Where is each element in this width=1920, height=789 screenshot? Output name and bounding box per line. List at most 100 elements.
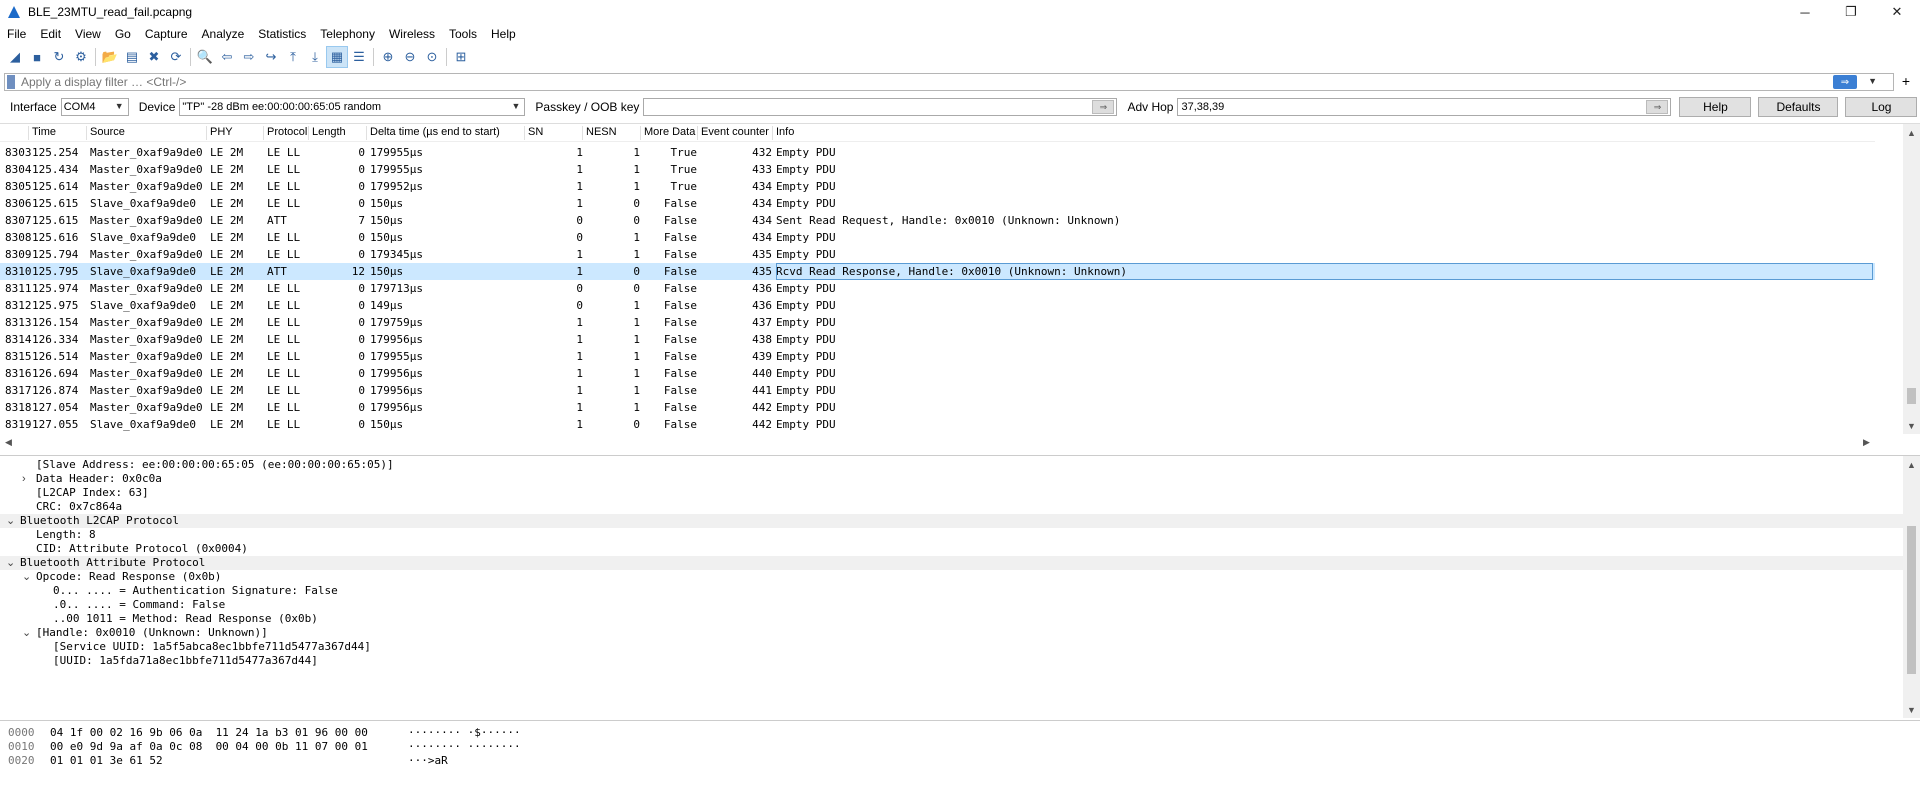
column-separator[interactable] xyxy=(366,126,367,140)
detail-field[interactable]: [Slave Address: ee:00:00:00:65:05 (ee:00… xyxy=(0,458,1903,472)
column-header[interactable]: Time xyxy=(32,126,56,138)
menu-view[interactable]: View xyxy=(68,24,108,44)
menu-go[interactable]: Go xyxy=(108,24,138,44)
stop-icon[interactable]: ■ xyxy=(26,46,48,68)
detail-field[interactable]: [L2CAP Index: 63] xyxy=(0,486,1903,500)
minimize-button[interactable]: ─ xyxy=(1782,0,1828,24)
scroll-thumb[interactable] xyxy=(1907,526,1916,674)
log-button[interactable]: Log xyxy=(1845,97,1918,117)
scroll-down-icon[interactable]: ▼ xyxy=(1903,417,1920,434)
column-separator[interactable] xyxy=(308,126,309,140)
detail-field[interactable]: ⌄ [Handle: 0x0010 (Unknown: Unknown)] xyxy=(0,626,1903,640)
column-header[interactable]: Source xyxy=(90,126,125,138)
close-file-icon[interactable]: ✖ xyxy=(143,46,165,68)
detail-field[interactable]: ..00 1011 = Method: Read Response (0x0b) xyxy=(0,612,1903,626)
column-header[interactable]: Protocol xyxy=(267,126,307,138)
column-separator[interactable] xyxy=(28,126,29,140)
packet-row[interactable]: 8319 127.055 Slave_0xaf9a9de0 LE 2M LE LL 0 15… xyxy=(0,416,1875,433)
detail-section[interactable]: ⌄ Bluetooth Attribute Protocol xyxy=(0,556,1903,570)
zoom-normal-icon[interactable]: ⊙ xyxy=(421,46,443,68)
hex-line[interactable]: 0020 01 01 01 3e 61 52 ···>aR xyxy=(0,753,1920,769)
menu-tools[interactable]: Tools xyxy=(442,24,484,44)
options-icon[interactable]: ⚙ xyxy=(70,46,92,68)
reload-icon[interactable]: ⟳ xyxy=(165,46,187,68)
resize-columns-icon[interactable]: ⊞ xyxy=(450,46,472,68)
details-vscrollbar[interactable]: ▲ ▼ xyxy=(1903,456,1920,718)
collapse-chevron-icon[interactable]: ⌄ xyxy=(6,514,15,528)
detail-field[interactable]: ⌄ Opcode: Read Response (0x0b) xyxy=(0,570,1903,584)
detail-field[interactable]: CID: Attribute Protocol (0x0004) xyxy=(0,542,1903,556)
apply-arrow-icon[interactable]: ⇒ xyxy=(1092,100,1115,114)
packet-row[interactable]: 8310 125.795 Slave_0xaf9a9de0 LE 2M ATT 12 150… xyxy=(0,263,1875,280)
packet-row[interactable]: 8315 126.514 Master_0xaf9a9de0 LE 2M LE LL 0 1… xyxy=(0,348,1875,365)
adv-hop-field[interactable]: 37,38,39 ⇒ xyxy=(1177,98,1672,116)
detail-field[interactable]: 0... .... = Authentication Signature: Fa… xyxy=(0,584,1903,598)
menu-file[interactable]: File xyxy=(0,24,33,44)
detail-field[interactable]: Length: 8 xyxy=(0,528,1903,542)
column-header[interactable]: Info xyxy=(776,126,794,138)
close-button[interactable]: ✕ xyxy=(1874,0,1920,24)
packet-row[interactable]: 8311 125.974 Master_0xaf9a9de0 LE 2M LE LL 0 1… xyxy=(0,280,1875,297)
interface-select[interactable]: COM4 ▼ xyxy=(60,98,129,116)
shark-fin-start-icon[interactable]: ◢ xyxy=(4,46,26,68)
column-header[interactable]: Length xyxy=(312,126,346,138)
detail-field[interactable]: CRC: 0x7c864a xyxy=(0,500,1903,514)
detail-field[interactable]: [Service UUID: 1a5f5abca8ec1bbfe711d5477… xyxy=(0,640,1903,654)
packet-row[interactable]: 8318 127.054 Master_0xaf9a9de0 LE 2M LE LL 0 1… xyxy=(0,399,1875,416)
expand-chevron-icon[interactable]: › xyxy=(22,472,26,486)
defaults-button[interactable]: Defaults xyxy=(1758,97,1839,117)
detail-section[interactable]: ⌄ Bluetooth L2CAP Protocol xyxy=(0,514,1903,528)
column-separator[interactable] xyxy=(524,126,525,140)
find-icon[interactable]: 🔍 xyxy=(194,46,216,68)
column-separator[interactable] xyxy=(86,126,87,140)
restart-icon[interactable]: ↻ xyxy=(48,46,70,68)
packet-row[interactable]: 8306 125.615 Slave_0xaf9a9de0 LE 2M LE LL 0 15… xyxy=(0,195,1875,212)
menu-capture[interactable]: Capture xyxy=(138,24,195,44)
autoscroll-icon[interactable]: ▦ xyxy=(326,46,348,68)
zoom-in-icon[interactable]: ⊕ xyxy=(377,46,399,68)
column-header[interactable]: NESN xyxy=(586,126,617,138)
packet-row[interactable]: 8307 125.615 Master_0xaf9a9de0 LE 2M ATT 7 150… xyxy=(0,212,1875,229)
detail-field[interactable]: .0.. .... = Command: False xyxy=(0,598,1903,612)
save-icon[interactable]: ▤ xyxy=(121,46,143,68)
packet-row[interactable]: 8305 125.614 Master_0xaf9a9de0 LE 2M LE LL 0 1… xyxy=(0,178,1875,195)
zoom-out-icon[interactable]: ⊖ xyxy=(399,46,421,68)
menu-statistics[interactable]: Statistics xyxy=(251,24,313,44)
packet-row[interactable]: 8312 125.975 Slave_0xaf9a9de0 LE 2M LE LL 0 14… xyxy=(0,297,1875,314)
column-separator[interactable] xyxy=(640,126,641,140)
packet-row[interactable]: 8317 126.874 Master_0xaf9a9de0 LE 2M LE LL 0 1… xyxy=(0,382,1875,399)
colorize-icon[interactable]: ☰ xyxy=(348,46,370,68)
collapse-chevron-icon[interactable]: ⌄ xyxy=(22,570,31,584)
chevron-down-icon[interactable]: ▼ xyxy=(1868,76,1877,86)
column-header[interactable]: PHY xyxy=(210,126,233,138)
packet-row[interactable]: 8308 125.616 Slave_0xaf9a9de0 LE 2M LE LL 0 15… xyxy=(0,229,1875,246)
menu-wireless[interactable]: Wireless xyxy=(382,24,442,44)
column-separator[interactable] xyxy=(772,126,773,140)
packet-list-vscrollbar[interactable]: ▲ ▼ xyxy=(1903,124,1920,434)
display-filter-input[interactable] xyxy=(21,75,1831,89)
forward-icon[interactable]: ⇨ xyxy=(238,46,260,68)
goto-icon[interactable]: ↪ xyxy=(260,46,282,68)
packet-list-hscrollbar[interactable]: ◀ ▶ xyxy=(0,434,1875,451)
column-separator[interactable] xyxy=(697,126,698,140)
scroll-up-icon[interactable]: ▲ xyxy=(1903,456,1920,473)
scroll-thumb[interactable] xyxy=(1907,388,1916,404)
collapse-chevron-icon[interactable]: ⌄ xyxy=(22,626,31,640)
packet-row[interactable]: 8314 126.334 Master_0xaf9a9de0 LE 2M LE LL 0 1… xyxy=(0,331,1875,348)
menu-help[interactable]: Help xyxy=(484,24,523,44)
back-icon[interactable]: ⇦ xyxy=(216,46,238,68)
column-header[interactable]: Delta time (µs end to start) xyxy=(370,126,500,138)
menu-edit[interactable]: Edit xyxy=(33,24,68,44)
menu-telephony[interactable]: Telephony xyxy=(313,24,382,44)
passkey-field[interactable]: ⇒ xyxy=(643,98,1118,116)
scroll-up-icon[interactable]: ▲ xyxy=(1903,124,1920,141)
packet-row[interactable]: 8304 125.434 Master_0xaf9a9de0 LE 2M LE LL 0 1… xyxy=(0,161,1875,178)
column-separator[interactable] xyxy=(582,126,583,140)
column-header[interactable]: Event counter xyxy=(701,126,769,138)
packet-row[interactable]: 8316 126.694 Master_0xaf9a9de0 LE 2M LE LL 0 1… xyxy=(0,365,1875,382)
restore-button[interactable]: ❐ xyxy=(1828,0,1874,24)
open-icon[interactable]: 📂 xyxy=(99,46,121,68)
help-button[interactable]: Help xyxy=(1679,97,1752,117)
column-header[interactable]: SN xyxy=(528,126,543,138)
column-header[interactable]: More Data xyxy=(644,126,695,138)
